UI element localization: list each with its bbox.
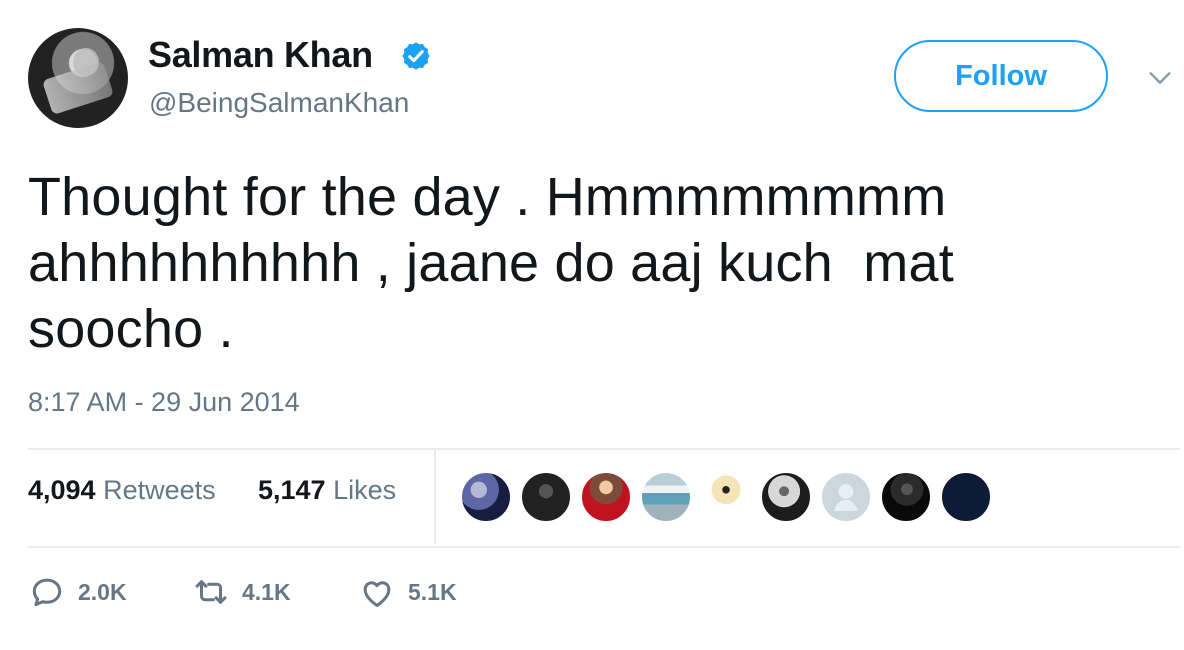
liker-avatar[interactable]	[580, 471, 632, 523]
like-action[interactable]: 5.1K	[358, 572, 457, 612]
default-profile-icon	[834, 484, 858, 511]
reply-icon	[32, 578, 62, 607]
liker-avatar[interactable]	[940, 471, 992, 523]
likes-count: 5,147	[258, 475, 326, 505]
retweets-stat[interactable]: 4,094 Retweets	[28, 477, 216, 504]
user-handle[interactable]: @BeingSalmanKhan	[149, 89, 409, 117]
retweet-icon	[195, 580, 227, 604]
display-name[interactable]: Salman Khan	[148, 37, 373, 73]
retweets-count: 4,094	[28, 475, 96, 505]
liker-avatar[interactable]	[520, 471, 572, 523]
liker-avatar[interactable]	[640, 471, 692, 523]
tweet-actions: 2.0K 4.1K 5.1K	[28, 572, 728, 622]
retweet-action[interactable]: 4.1K	[192, 572, 291, 612]
tweet-text: Thought for the day . Hmmmmmmmm ahhhhhhh…	[28, 167, 954, 359]
stats-top-divider	[28, 448, 1180, 450]
retweets-label: Retweets	[103, 475, 216, 505]
reply-count: 2.0K	[78, 578, 127, 605]
likes-stat[interactable]: 5,147 Likes	[258, 477, 396, 504]
verified-badge-icon	[402, 42, 430, 70]
liker-avatar[interactable]	[820, 471, 872, 523]
likes-label: Likes	[333, 475, 397, 505]
retweet-count: 4.1K	[242, 578, 291, 605]
liker-avatar[interactable]	[760, 471, 812, 523]
chevron-down-icon[interactable]	[1146, 64, 1174, 92]
liker-avatar[interactable]	[880, 471, 932, 523]
liker-avatar[interactable]	[460, 471, 512, 523]
stats-bottom-divider	[28, 546, 1180, 548]
like-count: 5.1K	[408, 578, 457, 605]
heart-icon	[363, 581, 391, 607]
stats-vertical-divider	[434, 450, 436, 544]
avatar[interactable]	[28, 28, 128, 128]
liker-avatar[interactable]	[700, 471, 752, 523]
follow-button[interactable]: Follow	[894, 40, 1108, 112]
tweet-header: Salman Khan @BeingSalmanKhan Follow	[28, 26, 1171, 138]
reply-action[interactable]: 2.0K	[28, 572, 127, 612]
liker-avatars	[460, 471, 1000, 525]
tweet-timestamp[interactable]: 8:17 AM - 29 Jun 2014	[28, 389, 300, 416]
